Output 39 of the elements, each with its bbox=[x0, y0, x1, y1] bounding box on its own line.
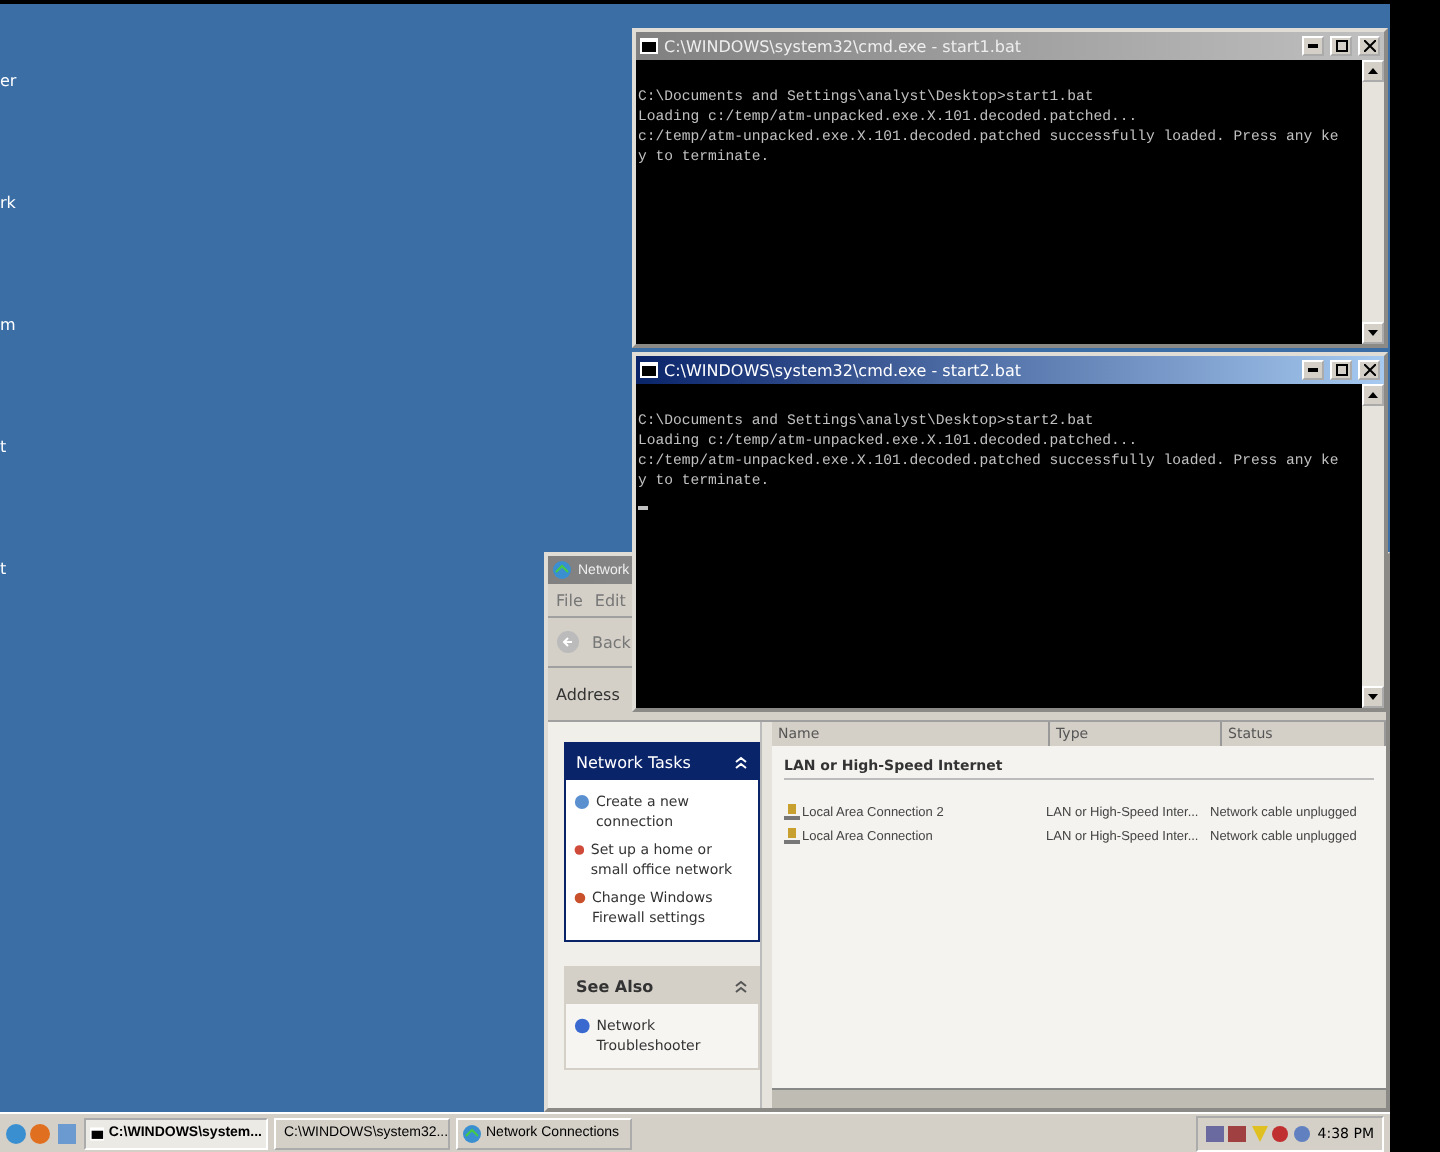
scrollbar[interactable] bbox=[1362, 384, 1384, 708]
close-icon bbox=[1363, 364, 1375, 376]
tray-icons[interactable] bbox=[1205, 1123, 1314, 1143]
minimize-button[interactable] bbox=[1302, 36, 1324, 56]
panel-title: Network Tasks bbox=[576, 753, 691, 771]
close-icon bbox=[1363, 40, 1375, 52]
up-arrow-icon bbox=[1368, 392, 1378, 398]
network-icon bbox=[462, 1123, 482, 1143]
desktop-icon-label[interactable]: m bbox=[0, 316, 16, 334]
maximize-icon bbox=[1335, 364, 1347, 376]
network-connection-icon bbox=[784, 828, 800, 844]
scrollbar[interactable] bbox=[1362, 60, 1384, 344]
down-arrow-icon bbox=[1368, 694, 1378, 700]
window-title: C:\WINDOWS\system32\cmd.exe - start1.bat bbox=[664, 37, 1024, 55]
desktop-icon-label[interactable]: rk bbox=[0, 194, 16, 212]
minimize-icon bbox=[1308, 44, 1318, 48]
maximize-button[interactable] bbox=[1330, 36, 1352, 56]
panel-title: See Also bbox=[576, 977, 654, 995]
console-icon bbox=[90, 1125, 105, 1141]
minimize-icon bbox=[1308, 368, 1318, 372]
maximize-button[interactable] bbox=[1330, 360, 1352, 380]
horizontal-scrollbar[interactable] bbox=[772, 1088, 1386, 1108]
maximize-icon bbox=[1335, 40, 1347, 52]
close-button[interactable] bbox=[1358, 36, 1380, 56]
address-label: Address bbox=[556, 685, 620, 703]
network-icon bbox=[552, 560, 572, 580]
desktop-icon-label[interactable]: t bbox=[0, 560, 7, 578]
network-connection-icon bbox=[784, 804, 800, 820]
console-icon bbox=[640, 38, 658, 54]
close-button[interactable] bbox=[1358, 360, 1380, 380]
desktop-icon-label[interactable]: t bbox=[0, 438, 7, 456]
desktop-icon-label[interactable]: er bbox=[0, 72, 17, 90]
panel-header[interactable]: Network Tasks bbox=[566, 744, 758, 780]
minimize-button[interactable] bbox=[1302, 360, 1324, 380]
window-title: C:\WINDOWS\system32\cmd.exe - start2.bat bbox=[664, 361, 1024, 379]
up-arrow-icon bbox=[1368, 68, 1378, 74]
console-icon bbox=[640, 362, 658, 378]
panel-header[interactable]: See Also bbox=[566, 968, 758, 1004]
down-arrow-icon bbox=[1368, 330, 1378, 336]
